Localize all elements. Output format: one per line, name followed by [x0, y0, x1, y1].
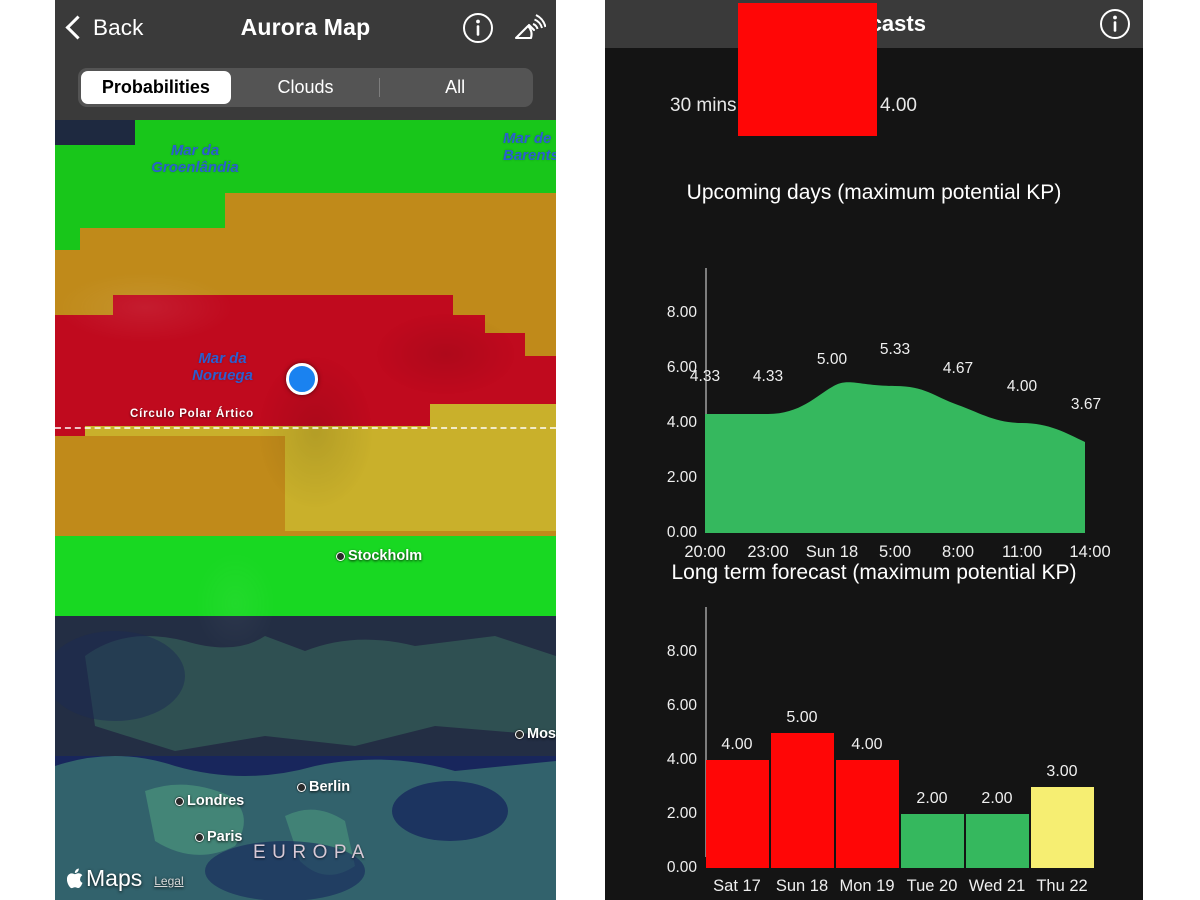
bar-mon-19: [836, 760, 899, 868]
aurora-map-screen: Back Aurora Map Probabilities Clouds All…: [55, 0, 556, 900]
bar-sat-17: [706, 760, 769, 868]
legal-link[interactable]: Legal: [154, 874, 183, 888]
continent-label-europa: EUROPA: [253, 842, 371, 863]
long-term-ytick: 2.00: [666, 805, 697, 822]
long-term-ytick: 6.00: [666, 697, 697, 714]
sea-label-barents: Mar de Barents: [503, 130, 556, 164]
current-forecast-row: 30 mins 4.00: [605, 3, 1143, 163]
city-name: Berlin: [309, 779, 351, 795]
arctic-circle-label: Círculo Polar Ártico: [130, 408, 254, 420]
city-name: Paris: [207, 829, 243, 845]
upcoming-days-xtick: 11:00: [1001, 543, 1043, 561]
upcoming-days-point-label: 4.67: [942, 360, 974, 377]
upcoming-days-xtick: 8:00: [941, 543, 975, 561]
upcoming-days-chart[interactable]: 8.00 6.00 4.00 2.00 0.00 4.33 4.33 5.00 …: [605, 213, 1143, 561]
map-attribution: Maps Legal: [67, 865, 184, 892]
map-pin-icon: [515, 729, 524, 739]
bar-sun-18: [771, 733, 834, 868]
bar-label-tue-20: 2.00: [916, 790, 948, 807]
upcoming-days-xtick: Sun 18: [805, 543, 859, 561]
upcoming-days-xtick: 23:00: [747, 543, 789, 561]
city-name: Moscovo: [527, 726, 556, 742]
forecasts-nav-actions: [1099, 0, 1131, 48]
segment-all-label: All: [445, 77, 466, 97]
arctic-circle-line: [55, 427, 556, 429]
long-term-ytick: 4.00: [666, 751, 697, 768]
upcoming-days-point-label: 4.33: [752, 368, 784, 385]
long-term-xtick: Thu 22: [1036, 877, 1088, 895]
info-circle-icon[interactable]: [1099, 8, 1131, 40]
forecasts-screen: Forecasts 30 mins 4.00 Upcoming days (ma…: [605, 0, 1143, 900]
bar-label-sun-18: 5.00: [786, 709, 818, 726]
city-name: Londres: [187, 793, 245, 809]
long-term-xtick: Sat 17: [713, 877, 761, 895]
upcoming-days-point-label: 5.33: [879, 341, 911, 358]
city-name: Stockholm: [348, 548, 423, 564]
upcoming-days-point-label: 4.33: [689, 368, 721, 385]
upcoming-days-area-path: [705, 382, 1085, 533]
city-label-londres: Londres: [175, 793, 244, 809]
sea-label-greenland: Mar da Groenlândia: [151, 142, 239, 176]
city-label-stockholm: Stockholm: [336, 548, 422, 564]
city-label-berlin: Berlin: [297, 779, 350, 795]
city-label-paris: Paris: [195, 829, 242, 845]
apple-maps-label: Maps: [86, 865, 143, 891]
upcoming-days-xtick: 14:00: [1069, 543, 1111, 561]
bar-tue-20: [901, 814, 964, 868]
satellite-dish-icon[interactable]: [512, 12, 546, 44]
upcoming-days-point-label: 3.67: [1070, 396, 1102, 413]
long-term-xtick: Mon 19: [839, 877, 895, 895]
layer-selector: Probabilities Clouds All: [55, 55, 556, 120]
map-pin-icon: [336, 551, 345, 561]
map-pin-icon: [175, 796, 184, 806]
segment-probabilities[interactable]: Probabilities: [81, 71, 231, 104]
apple-maps-logo: Maps: [67, 865, 142, 892]
segment-clouds[interactable]: Clouds: [231, 71, 381, 104]
upcoming-days-xtick: 5:00: [878, 543, 912, 561]
upcoming-days-chart-title: Upcoming days (maximum potential KP): [686, 181, 1062, 204]
sea-label-norway: Mar da Noruega: [192, 350, 253, 384]
navigation-bar: Back Aurora Map: [55, 0, 556, 55]
bar-label-wed-21: 2.00: [981, 790, 1013, 807]
map-pin-icon: [297, 782, 306, 792]
long-term-ytick: 8.00: [666, 643, 697, 660]
long-term-ytick: 0.00: [666, 859, 697, 876]
current-forecast-value: 4.00: [880, 94, 917, 116]
segment-clouds-label: Clouds: [277, 77, 334, 97]
long-term-chart[interactable]: 8.00 6.00 4.00 2.00 0.00 4.00 5.00 4.00 …: [605, 595, 1143, 895]
previous-forecast-bar-partial: [738, 3, 877, 41]
current-forecast-bar: [738, 38, 877, 136]
upcoming-days-point-label: 4.00: [1006, 378, 1038, 395]
segmented-control: Probabilities Clouds All: [78, 68, 533, 107]
screenshot-root: Back Aurora Map Probabilities Clouds All…: [0, 0, 1200, 900]
aurora-map-canvas[interactable]: Mar da Groenlândia Mar de Barents Mar da No…: [55, 120, 556, 900]
map-pin-icon: [195, 832, 204, 842]
segment-all[interactable]: All: [380, 71, 530, 104]
upcoming-days-xtick: 20:00: [684, 543, 726, 561]
bar-label-mon-19: 4.00: [851, 736, 883, 753]
upcoming-days-point-label: 5.00: [816, 351, 848, 368]
city-label-moscovo: Moscovo: [515, 726, 556, 742]
bar-label-thu-22: 3.00: [1046, 763, 1078, 780]
segment-probabilities-label: Probabilities: [101, 77, 210, 97]
user-location-dot: [286, 363, 318, 395]
bar-label-sat-17: 4.00: [721, 736, 753, 753]
bar-wed-21: [966, 814, 1029, 868]
info-circle-icon[interactable]: [462, 12, 494, 44]
nav-actions: [462, 0, 546, 55]
current-forecast-label: 30 mins: [670, 94, 737, 116]
long-term-xtick: Wed 21: [968, 877, 1026, 895]
long-term-xtick: Sun 18: [775, 877, 829, 895]
bar-thu-22: [1031, 787, 1094, 868]
long-term-xtick: Tue 20: [906, 877, 958, 895]
